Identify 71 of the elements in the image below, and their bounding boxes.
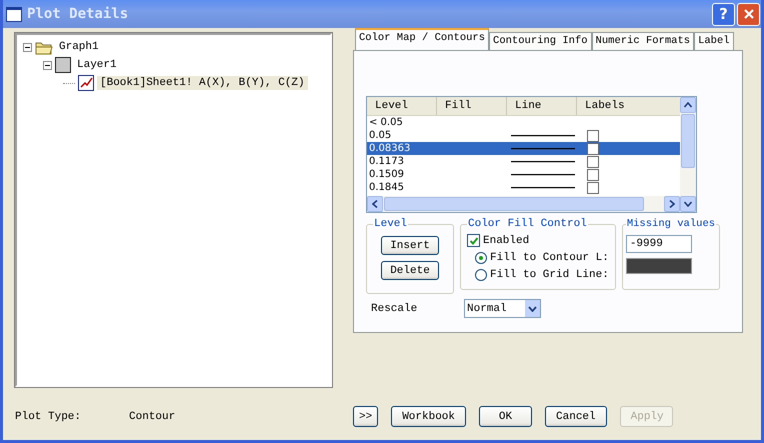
radio-label: Fill to Grid Line: xyxy=(490,268,609,280)
radio-button[interactable] xyxy=(475,252,487,264)
table-row[interactable]: < 0.05 xyxy=(367,116,680,129)
group-title: Color Fill Control xyxy=(467,218,588,230)
level-cell-text: 0.05 xyxy=(368,130,392,141)
tab[interactable]: Numeric Formats xyxy=(592,32,694,50)
column-header[interactable]: Line xyxy=(507,97,577,115)
line-sample xyxy=(511,173,575,176)
collapse-toggle[interactable] xyxy=(43,60,52,70)
level-button[interactable]: Insert xyxy=(381,236,439,255)
close-button[interactable] xyxy=(737,2,760,26)
horizontal-scrollbar[interactable] xyxy=(367,196,680,212)
caret-icon xyxy=(528,306,537,312)
tab[interactable]: Contouring Info xyxy=(489,32,592,50)
label-checkbox[interactable] xyxy=(587,168,599,180)
dialog-button[interactable]: >> xyxy=(353,406,378,427)
column-header[interactable]: Labels xyxy=(577,97,680,115)
dialog-button[interactable]: Workbook xyxy=(391,406,466,427)
enabled-checkbox[interactable] xyxy=(467,234,480,247)
tree-item[interactable]: Graph1 xyxy=(56,40,102,54)
table-row[interactable]: 0.1845 xyxy=(367,181,680,194)
level-cell-text: 0.1509 xyxy=(368,169,405,180)
layer-icon xyxy=(55,57,71,73)
table-row[interactable]: 0.1173 xyxy=(367,155,680,168)
table-row[interactable]: 0.1509 xyxy=(367,168,680,181)
level-button[interactable]: Delete xyxy=(381,261,439,280)
collapse-toggle[interactable] xyxy=(23,42,32,52)
scroll-left-icon[interactable] xyxy=(367,196,383,212)
dialog-button[interactable]: Cancel xyxy=(545,406,607,427)
tree-item[interactable]: Layer1 xyxy=(74,58,120,72)
scroll-down-icon[interactable] xyxy=(680,196,696,212)
tree-item[interactable]: [Book1]Sheet1! A(X), B(Y), C(Z) xyxy=(97,76,308,90)
level-cell-text: 0.1173 xyxy=(368,156,405,167)
folder-icon xyxy=(35,40,53,54)
label-checkbox[interactable] xyxy=(587,182,599,194)
missing-value-field[interactable]: -9999 xyxy=(626,235,692,253)
table-row[interactable]: 0.08363 xyxy=(367,142,680,155)
rescale-label: Rescale xyxy=(371,302,418,314)
dialog-button[interactable]: OK xyxy=(479,406,532,427)
line-sample xyxy=(511,147,575,150)
label-checkbox[interactable] xyxy=(587,142,599,154)
radio-button[interactable] xyxy=(475,268,487,280)
plot-type-label: Plot Type: xyxy=(15,410,82,422)
window-title: Plot Details xyxy=(27,6,130,22)
level-cell-text: < 0.05 xyxy=(368,117,404,128)
tab[interactable]: Label xyxy=(694,32,734,50)
plot-icon xyxy=(78,75,94,91)
line-sample xyxy=(511,134,575,137)
vertical-scrollbar[interactable] xyxy=(680,97,696,212)
close-icon xyxy=(742,8,754,20)
checkbox-label: Enabled xyxy=(483,234,530,246)
group-title: Level xyxy=(373,218,408,230)
help-button[interactable]: ? xyxy=(712,2,735,26)
label-checkbox[interactable] xyxy=(587,130,599,142)
level-cell-text: 0.1845 xyxy=(368,182,405,193)
radio-label: Fill to Contour L: xyxy=(490,252,609,264)
group-title: Missing values xyxy=(626,218,716,230)
level-cell-text: 0.08363 xyxy=(368,143,412,154)
column-header[interactable]: Level xyxy=(367,97,437,115)
column-header[interactable]: Fill xyxy=(437,97,507,115)
line-sample xyxy=(511,186,575,189)
rescale-dropdown[interactable]: Normal xyxy=(464,299,541,318)
window-icon xyxy=(6,6,22,22)
line-sample xyxy=(511,160,575,163)
scroll-up-icon[interactable] xyxy=(680,97,696,113)
plot-type-value: Contour xyxy=(129,410,176,422)
table-row[interactable]: 0.05 xyxy=(367,129,680,142)
tab[interactable]: Color Map / Contours xyxy=(355,28,490,50)
color-swatch[interactable] xyxy=(626,258,692,274)
label-checkbox[interactable] xyxy=(587,156,599,168)
scroll-right-icon[interactable] xyxy=(664,196,680,212)
